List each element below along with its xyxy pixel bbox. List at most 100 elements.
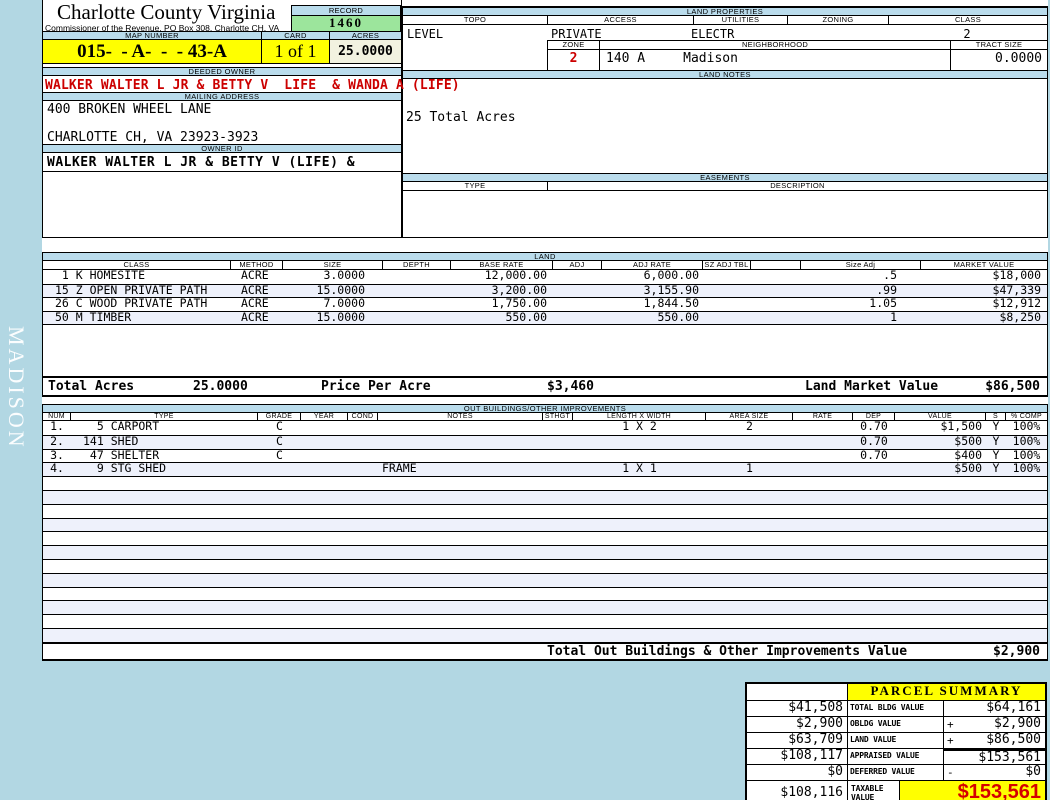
value: $86,500 xyxy=(986,732,1041,747)
ob-dep xyxy=(853,463,895,476)
total-bldg-value: $64,161 xyxy=(944,701,1045,716)
land-depth xyxy=(383,270,451,284)
access-label: ACCESS xyxy=(548,16,694,24)
zoning-label: ZONING xyxy=(788,16,889,24)
tract-size-cell: TRACT SIZE 0.0000 xyxy=(951,40,1047,70)
land-class: 1 K HOMESITE xyxy=(55,268,146,282)
outbuilding-empty-row xyxy=(43,531,1047,545)
land-table: LAND CLASS METHOD SIZE DEPTH BASE RATE A… xyxy=(42,252,1048,397)
land-col-size-adj: Size Adj xyxy=(801,261,921,269)
value: $64,161 xyxy=(986,700,1041,715)
neighborhood-cell: NEIGHBORHOOD 140 A Madison xyxy=(600,40,951,70)
land-properties-panel: LAND PROPERTIES TOPO ACCESS UTILITIES ZO… xyxy=(402,6,1048,238)
ob-dep: 0.70 xyxy=(860,419,888,433)
outbuilding-empty-row xyxy=(43,600,1047,615)
land-value: + $86,500 xyxy=(944,733,1045,748)
land-size-adj: 1 xyxy=(890,309,897,324)
land-properties-column-headers: TOPO ACCESS UTILITIES ZONING CLASS xyxy=(403,16,1047,25)
ob-grade: C xyxy=(276,447,283,462)
summary-prior-blank xyxy=(747,684,848,700)
parcel-summary-title-row: PARCEL SUMMARY xyxy=(747,684,1045,700)
county-title: Charlotte County Virginia xyxy=(57,0,276,24)
neighborhood-name: Madison xyxy=(683,51,738,66)
ob-rate xyxy=(793,421,853,435)
total-bldg-value-label: TOTAL BLDG VALUE xyxy=(848,701,944,716)
land-note: 25 Total Acres xyxy=(406,110,516,125)
land-adj-rate: 6,000.00 xyxy=(643,268,699,282)
outbuilding-empty-row xyxy=(43,517,1047,532)
record-value: 1460 xyxy=(292,16,400,31)
value: $0 xyxy=(1025,764,1041,779)
prior-total-bldg-value: $41,508 xyxy=(747,701,848,716)
land-adj xyxy=(553,270,602,284)
land-size-adj: .5 xyxy=(883,268,897,282)
deeded-owner-value: WALKER WALTER L JR & BETTY V LIFE & WAND… xyxy=(45,78,460,93)
ob-dep: 0.70 xyxy=(860,447,888,462)
prior-taxable-value: $108,116 xyxy=(747,781,848,800)
tract-size-label: TRACT SIZE xyxy=(951,41,1047,50)
land-totals-row: Total Acres 25.0000 Price Per Acre $3,46… xyxy=(43,376,1047,397)
ob-value: $1,500 xyxy=(940,419,982,433)
sign: - xyxy=(947,766,954,779)
outbuilding-row: 4. 9 STG SHED FRAME 1 X 1 1 $500 Y 100% xyxy=(43,461,1047,477)
neighborhood-label: NEIGHBORHOOD xyxy=(600,41,950,50)
summary-row: $108,117 APPRAISED VALUE $153,561 xyxy=(747,748,1045,765)
ob-comp: 100% xyxy=(1012,433,1041,448)
land-sz-adj-tbl xyxy=(703,312,751,325)
district-watermark: MADISON xyxy=(4,326,29,450)
land-size: 15.0000 xyxy=(316,309,365,324)
outbuildings-total-row: Total Out Buildings & Other Improvements… xyxy=(43,641,1047,661)
ob-notes xyxy=(378,421,543,435)
land-size-adj: .99 xyxy=(876,282,897,297)
land-notes-header: LAND NOTES xyxy=(403,70,1047,79)
summary-row: $63,709 LAND VALUE + $86,500 xyxy=(747,732,1045,748)
outbuilding-row: 2. 141 SHED C 0.70 $500 Y 100% xyxy=(43,433,1047,449)
address-line-1: 400 BROKEN WHEEL LANE xyxy=(47,102,212,117)
outbuildings-table: OUT BUILDINGS/OTHER IMPROVEMENTS NUM TYP… xyxy=(42,404,1048,661)
outbuildings-rows: 1. 5 CARPORT C 1 X 2 2 0.70 $1,500 Y 100… xyxy=(43,419,1047,642)
card-label: CARD xyxy=(262,32,330,39)
land-class: 26 C WOOD PRIVATE PATH xyxy=(55,296,208,310)
land-adj xyxy=(553,312,602,325)
ob-cond xyxy=(348,450,378,463)
map-number-value: 015- - A- - - 43-A xyxy=(43,40,262,63)
acres-label: ACRES xyxy=(351,31,380,40)
ob-sthgt xyxy=(543,421,573,435)
ob-comp: 100% xyxy=(1012,419,1041,433)
ob-value: $500 xyxy=(954,433,982,448)
value: $153,561 xyxy=(978,750,1041,765)
total-acres-value: 25.0000 xyxy=(193,379,248,394)
outbuilding-empty-row xyxy=(43,558,1047,573)
land-adj-rate: 550.00 xyxy=(657,309,699,324)
ob-s: Y xyxy=(992,419,1000,433)
outbuildings-total-value: $2,900 xyxy=(993,643,1040,659)
outbuilding-empty-row xyxy=(43,572,1047,587)
ob-rate xyxy=(793,436,853,449)
owner-id-header: OWNER ID xyxy=(43,144,401,153)
ob-col-sthgt: STHGT xyxy=(543,413,573,420)
land-method: ACRE xyxy=(241,296,269,310)
land-depth xyxy=(383,298,451,311)
ob-notes xyxy=(378,436,543,449)
ob-col-notes: NOTES xyxy=(378,413,543,420)
parcel-id-values: 015- - A- - - 43-A 1 of 1 25.0000 xyxy=(43,40,401,64)
price-per-acre-label: Price Per Acre xyxy=(321,379,431,394)
class-label: CLASS xyxy=(954,15,982,24)
ob-notes: FRAME xyxy=(382,461,417,476)
land-base-rate: 1,750.00 xyxy=(491,296,547,310)
property-record-card: MADISON Charlotte County Virginia Commis… xyxy=(0,0,1050,800)
ob-year xyxy=(301,450,348,463)
value: $2,900 xyxy=(994,716,1041,731)
land-sz-adj-tbl xyxy=(703,285,751,298)
deferred-value-label: DEFERRED VALUE xyxy=(848,765,944,780)
land-market-value: $12,912 xyxy=(992,296,1041,310)
easements-header: EASEMENTS xyxy=(403,173,1047,182)
ob-length-width: 1 X 2 xyxy=(622,419,657,433)
ob-s: Y xyxy=(992,433,1000,448)
outbuilding-empty-row xyxy=(43,627,1047,642)
price-per-acre-value: $3,460 xyxy=(547,379,594,394)
appraised-value-label: APPRAISED VALUE xyxy=(848,749,944,764)
land-spare xyxy=(751,298,801,311)
land-sz-adj-tbl xyxy=(703,270,751,284)
land-rows: 1 K HOMESITE ACRE 3.0000 12,000.00 6,000… xyxy=(43,268,1047,325)
